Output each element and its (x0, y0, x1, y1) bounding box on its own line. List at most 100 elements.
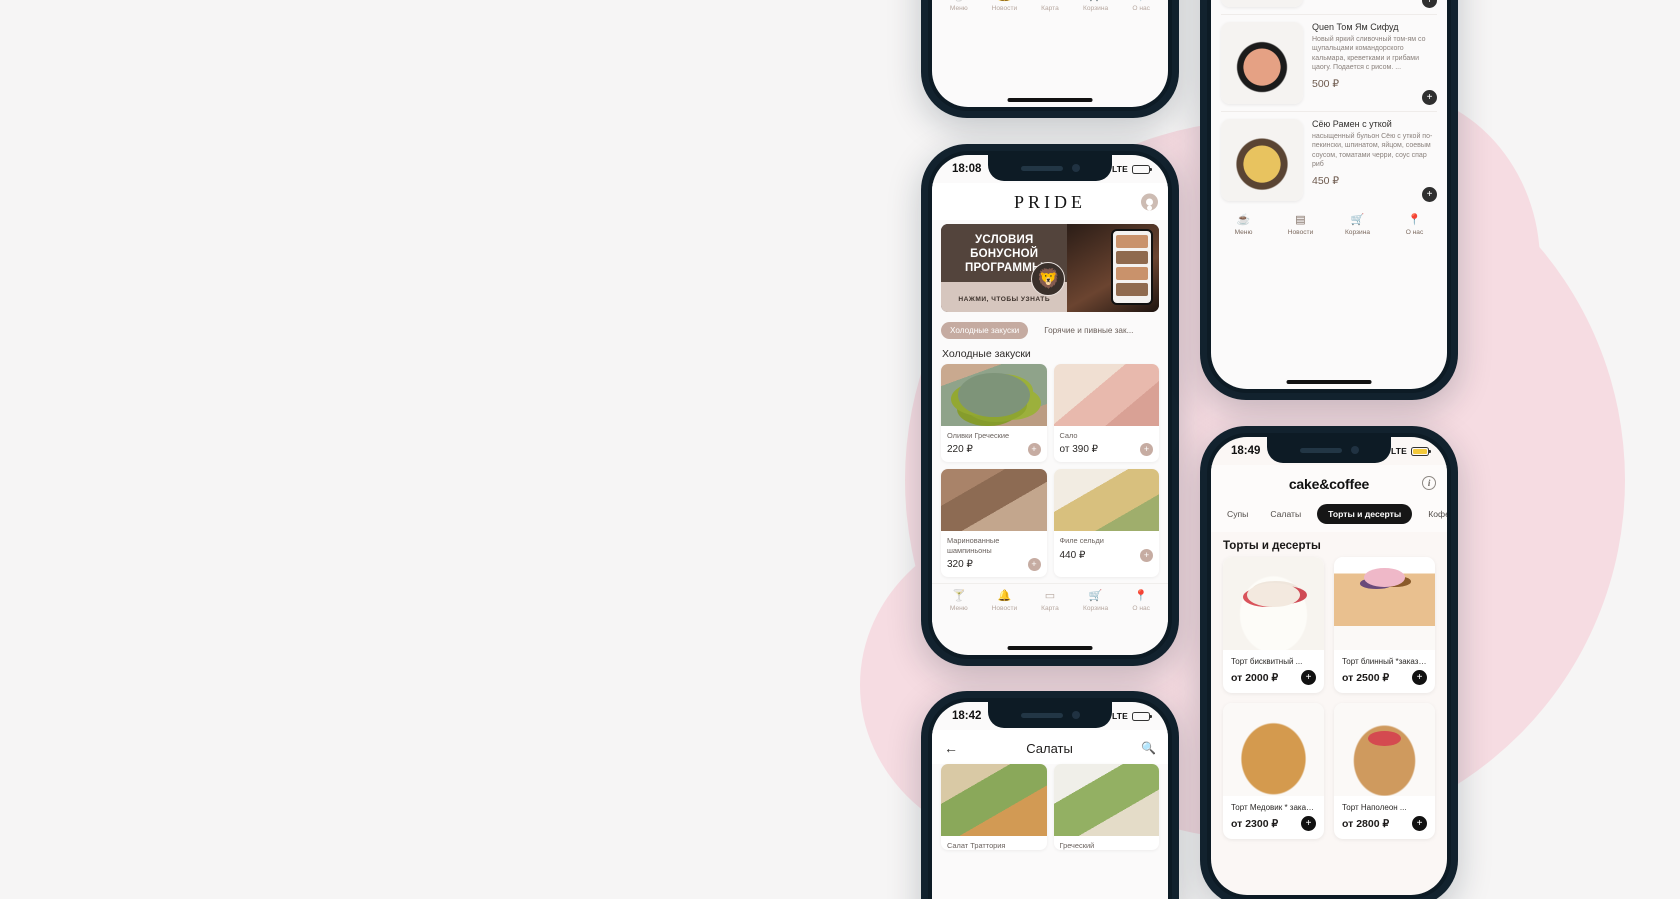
chip-cold-appetizers[interactable]: Холодные закуски (941, 322, 1029, 339)
add-to-cart-button[interactable]: + (1422, 187, 1437, 202)
card-footer: от 2000 ₽ + (1223, 666, 1324, 693)
dessert-image (1334, 703, 1435, 796)
tab-cart[interactable]: 🛒Корзина (1073, 590, 1119, 612)
add-to-cart-button[interactable]: + (1027, 557, 1041, 571)
pin-icon: 📍 (1134, 589, 1149, 602)
phone-mockup-pride-top: Маринованные шампиньоны 320 ₽ + Филе сел… (921, 0, 1179, 118)
add-to-cart-button[interactable]: + (1301, 816, 1316, 831)
cart-icon: 🛒 (1073, 0, 1119, 3)
battery-icon (1411, 446, 1431, 456)
home-indicator (1286, 380, 1372, 384)
dish-row[interactable]: Quen Plahmuk Том Ям Новый яркий сливочны… (1221, 0, 1437, 14)
search-icon[interactable]: 🔍 (1141, 741, 1156, 755)
tab-coffee[interactable]: Кофе (1422, 504, 1447, 524)
dessert-image (1223, 703, 1324, 796)
tab-menu[interactable]: ☕ Меню (1215, 214, 1272, 236)
tab-news[interactable]: 🔔Новости (982, 590, 1028, 612)
add-to-cart-button[interactable]: + (1301, 670, 1316, 685)
chip-hot-beer-snacks[interactable]: Горячие и пивные зак... (1035, 322, 1142, 339)
section-title: Торты и десерты (1223, 540, 1321, 552)
dish-name: Салат Траттория (947, 841, 1006, 850)
tab-label: Меню (949, 4, 968, 12)
promo-title-line: УСЛОВИЯ (975, 234, 1034, 246)
dish-image (1221, 119, 1303, 201)
dessert-card[interactable]: Торт блинный *заказн... от 2500 ₽ + (1334, 557, 1435, 693)
dessert-card[interactable]: Торт бисквитный ... от 2000 ₽ + (1223, 557, 1324, 693)
menu-card[interactable]: Греческий (1053, 764, 1159, 851)
dish-price: 500 ₽ (1312, 77, 1340, 90)
tab-salads[interactable]: Салаты (1264, 504, 1307, 524)
tab-menu[interactable]: 🍸Меню (936, 590, 982, 612)
add-to-cart-button[interactable]: + (1422, 90, 1437, 105)
cocktail-icon: 🍸 (951, 589, 966, 602)
dish-row[interactable]: Quen Том Ям Сифуд Новый яркий сливочный … (1221, 15, 1437, 111)
add-to-cart-button[interactable]: + (1027, 443, 1041, 457)
menu-card[interactable]: Оливки Греческие 220 ₽ + (941, 364, 1047, 463)
phone-bezel: 18:42 LTE ← Салаты 🔍 Салат Траттория Гре… (928, 698, 1172, 899)
news-book-icon: ▤ (1295, 214, 1306, 226)
dish-price: 220 ₽ (947, 444, 973, 456)
dessert-image (1334, 557, 1435, 650)
salads-grid: Салат Траттория Греческий (932, 764, 1168, 851)
dessert-price: от 2300 ₽ (1231, 817, 1279, 830)
tab-label: Карта (1041, 4, 1059, 12)
account-avatar-icon[interactable] (1141, 193, 1158, 210)
thai-tabbar: ☕ Меню ▤ Новости 🛒 Корзина 📍 О нас (1211, 208, 1447, 246)
phone-bezel: 18:49 LTE cake&coffee i Супы Салаты Торт… (1207, 433, 1451, 899)
dessert-card[interactable]: Торт Медовик * заказн... от 2300 ₽ + (1223, 703, 1324, 839)
category-chip-row[interactable]: Холодные закуски Горячие и пивные зак... (932, 312, 1168, 339)
dish-name: Филе сельди (1059, 536, 1104, 546)
dessert-price: от 2000 ₽ (1231, 671, 1279, 684)
menu-card[interactable]: Сало от 390 ₽ + (1053, 364, 1159, 463)
promo-left-panel: УСЛОВИЯ БОНУСНОЙ ПРОГРАММЫ НАЖМИ, ЧТОБЫ … (941, 224, 1068, 312)
menu-card[interactable]: Салат Траттория (941, 764, 1047, 851)
tab-about[interactable]: 📍О нас (1118, 590, 1164, 612)
card-footer: 220 ₽ + (941, 440, 1047, 462)
add-to-cart-button[interactable]: + (1140, 443, 1153, 457)
dish-name: Сёю Рамен с уткой (1312, 119, 1392, 129)
card-footer: от 2300 ₽ + (1223, 812, 1324, 839)
status-time: 18:08 (952, 163, 982, 175)
card-icon: ▭ (1027, 0, 1073, 3)
add-to-cart-button[interactable]: + (1140, 548, 1153, 562)
dish-description: насыщенный бульон Сёю с уткой по-пекинск… (1312, 133, 1433, 169)
home-indicator (1007, 98, 1093, 102)
earpiece-speaker (1020, 165, 1063, 171)
info-icon[interactable]: i (1422, 475, 1436, 490)
menu-card[interactable]: Филе сельди 440 ₽ + (1053, 469, 1159, 577)
tab-news[interactable]: 🔔Новости (982, 0, 1028, 12)
pride-menu-grid: Оливки Греческие 220 ₽ + Сало от 390 ₽ + (932, 364, 1168, 577)
tab-label: Корзина (1344, 229, 1371, 236)
add-to-cart-button[interactable]: + (1412, 670, 1427, 685)
arrow-left-icon[interactable]: ← (944, 740, 958, 756)
dish-info: Quen Plahmuk Том Ям Новый яркий сливочны… (1312, 0, 1437, 7)
tab-label: Корзина (1083, 604, 1109, 612)
earpiece-speaker (1299, 447, 1342, 453)
dish-row[interactable]: Сёю Рамен с уткой насыщенный бульон Сёю … (1221, 112, 1437, 208)
pride-tabbar: 🍸 Меню 🔔 Новости ▭ Карта 🛒 Корзина 📍 О нас (932, 582, 1168, 622)
dish-image (1053, 764, 1159, 836)
dessert-image (1223, 557, 1324, 650)
menu-card[interactable]: Маринованные шампиньоны 320 ₽ + (941, 469, 1047, 577)
tab-cart[interactable]: 🛒Корзина (1329, 214, 1386, 236)
tab-card[interactable]: ▭Карта (1027, 590, 1073, 612)
tab-about[interactable]: 📍О нас (1118, 0, 1164, 12)
dish-name: Маринованные шампиньоны (947, 536, 1000, 555)
promo-banner[interactable]: УСЛОВИЯ БОНУСНОЙ ПРОГРАММЫ НАЖМИ, ЧТОБЫ … (941, 224, 1159, 312)
dish-image (941, 469, 1047, 532)
cake-category-tabs[interactable]: Супы Салаты Торты и десерты Кофе Авторск… (1211, 500, 1447, 532)
tab-card[interactable]: ▭Карта (1027, 0, 1073, 12)
network-label: LTE (1111, 164, 1128, 174)
tab-menu[interactable]: 🍸Меню (936, 0, 982, 12)
tab-soups[interactable]: Супы (1221, 504, 1254, 524)
tab-cakes-desserts[interactable]: Торты и десерты (1317, 504, 1413, 524)
dessert-card[interactable]: Торт Наполеон ... от 2800 ₽ + (1334, 703, 1435, 839)
tab-about[interactable]: 📍О нас (1386, 214, 1443, 236)
dish-name: Оливки Греческие (947, 431, 1010, 440)
add-to-cart-button[interactable]: + (1412, 816, 1427, 831)
tab-cart[interactable]: 🛒Корзина (1073, 0, 1119, 12)
pride-tabbar-top: 🍸Меню 🔔Новости ▭Карта 🛒Корзина 📍О нас (932, 0, 1168, 22)
tab-news[interactable]: ▤ Новости (1272, 214, 1329, 236)
tab-label: Новости (1287, 229, 1314, 236)
dish-info: Сёю Рамен с уткой насыщенный бульон Сёю … (1312, 119, 1437, 201)
